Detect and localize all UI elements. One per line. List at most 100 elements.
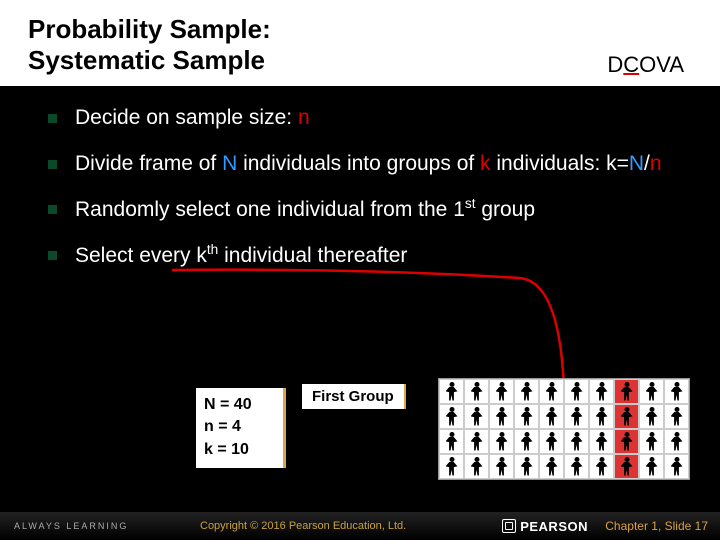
person-icon bbox=[570, 432, 584, 452]
person-icon bbox=[495, 382, 509, 402]
bullet-icon bbox=[48, 251, 57, 260]
person-icon bbox=[645, 382, 659, 402]
person-icon bbox=[670, 382, 684, 402]
person-cell bbox=[539, 404, 564, 429]
person-cell bbox=[564, 404, 589, 429]
person-cell bbox=[639, 454, 664, 479]
bullet-2-text: Divide frame of N individuals into group… bbox=[75, 150, 680, 177]
people-grid bbox=[438, 378, 690, 480]
pearson-text: PEARSON bbox=[520, 519, 588, 534]
param-N: N = 40 bbox=[204, 394, 275, 416]
param-n: n = 4 bbox=[204, 416, 275, 438]
person-icon bbox=[520, 432, 534, 452]
b3-sup: st bbox=[465, 196, 476, 211]
person-cell bbox=[489, 404, 514, 429]
person-icon bbox=[470, 457, 484, 477]
person-cell bbox=[664, 404, 689, 429]
dcova-label: DCOVA bbox=[607, 52, 684, 78]
b4-b: individual thereafter bbox=[218, 244, 407, 267]
bullet-4-text: Select every kth individual thereafter bbox=[75, 241, 680, 269]
person-cell bbox=[614, 379, 639, 404]
person-cell bbox=[464, 379, 489, 404]
person-icon bbox=[595, 382, 609, 402]
person-cell bbox=[639, 404, 664, 429]
person-icon bbox=[470, 382, 484, 402]
bullet-3-text: Randomly select one individual from the … bbox=[75, 195, 680, 223]
b4-sup: th bbox=[207, 242, 218, 257]
b2-n: n bbox=[650, 152, 662, 175]
person-icon bbox=[645, 432, 659, 452]
b2-b: individuals into groups of bbox=[237, 152, 480, 175]
person-icon bbox=[520, 457, 534, 477]
first-group-label: First Group bbox=[302, 384, 406, 409]
copyright-text: Copyright © 2016 Pearson Education, Ltd. bbox=[200, 520, 406, 532]
person-cell bbox=[614, 429, 639, 454]
person-cell bbox=[664, 379, 689, 404]
person-icon bbox=[595, 457, 609, 477]
person-icon bbox=[570, 457, 584, 477]
person-cell bbox=[614, 404, 639, 429]
b2-a: Divide frame of bbox=[75, 152, 222, 175]
person-cell bbox=[539, 379, 564, 404]
dcova-pre: D bbox=[607, 52, 623, 77]
person-cell bbox=[514, 404, 539, 429]
person-cell bbox=[514, 379, 539, 404]
person-cell bbox=[589, 429, 614, 454]
person-cell bbox=[464, 454, 489, 479]
person-cell bbox=[664, 454, 689, 479]
person-cell bbox=[589, 454, 614, 479]
person-cell bbox=[564, 429, 589, 454]
b3-b: group bbox=[476, 198, 536, 221]
person-icon bbox=[595, 432, 609, 452]
bullet-1: Decide on sample size: n bbox=[48, 104, 680, 131]
person-icon bbox=[570, 382, 584, 402]
bullet-icon bbox=[48, 205, 57, 214]
params-box: N = 40 n = 4 k = 10 bbox=[196, 388, 286, 468]
person-icon bbox=[495, 407, 509, 427]
person-cell bbox=[439, 379, 464, 404]
person-icon bbox=[545, 382, 559, 402]
person-cell bbox=[589, 404, 614, 429]
person-cell bbox=[489, 454, 514, 479]
always-learning: ALWAYS LEARNING bbox=[14, 521, 128, 531]
person-icon bbox=[545, 432, 559, 452]
person-icon bbox=[470, 407, 484, 427]
person-cell bbox=[464, 429, 489, 454]
b2-k: k bbox=[480, 152, 491, 175]
title-line-1: Probability Sample: bbox=[28, 14, 271, 44]
person-cell bbox=[564, 379, 589, 404]
person-icon bbox=[545, 457, 559, 477]
b3-a: Randomly select one individual from the … bbox=[75, 198, 465, 221]
person-cell bbox=[639, 379, 664, 404]
content-area: Decide on sample size: n Divide frame of… bbox=[0, 86, 720, 269]
bullet-2: Divide frame of N individuals into group… bbox=[48, 150, 680, 177]
pearson-logo-icon bbox=[502, 519, 516, 533]
person-icon bbox=[495, 457, 509, 477]
bullet-1-text: Decide on sample size: n bbox=[75, 104, 680, 131]
person-cell bbox=[439, 429, 464, 454]
person-cell bbox=[464, 404, 489, 429]
person-icon bbox=[520, 382, 534, 402]
person-cell bbox=[639, 429, 664, 454]
person-icon bbox=[670, 457, 684, 477]
person-icon bbox=[645, 407, 659, 427]
person-cell bbox=[439, 454, 464, 479]
slide-header: Probability Sample: Systematic Sample DC… bbox=[0, 0, 720, 86]
title-line-2: Systematic Sample bbox=[28, 45, 265, 75]
b4-a: Select every k bbox=[75, 244, 207, 267]
person-icon bbox=[445, 382, 459, 402]
dcova-c: C bbox=[623, 52, 639, 77]
slide-title: Probability Sample: Systematic Sample bbox=[28, 14, 692, 76]
person-icon bbox=[645, 457, 659, 477]
person-icon bbox=[495, 432, 509, 452]
person-icon bbox=[445, 457, 459, 477]
person-cell bbox=[589, 379, 614, 404]
person-icon bbox=[620, 407, 634, 427]
person-icon bbox=[620, 432, 634, 452]
person-cell bbox=[514, 454, 539, 479]
person-cell bbox=[439, 404, 464, 429]
bullet-4: Select every kth individual thereafter bbox=[48, 241, 680, 269]
person-cell bbox=[539, 429, 564, 454]
person-icon bbox=[620, 382, 634, 402]
person-icon bbox=[670, 432, 684, 452]
